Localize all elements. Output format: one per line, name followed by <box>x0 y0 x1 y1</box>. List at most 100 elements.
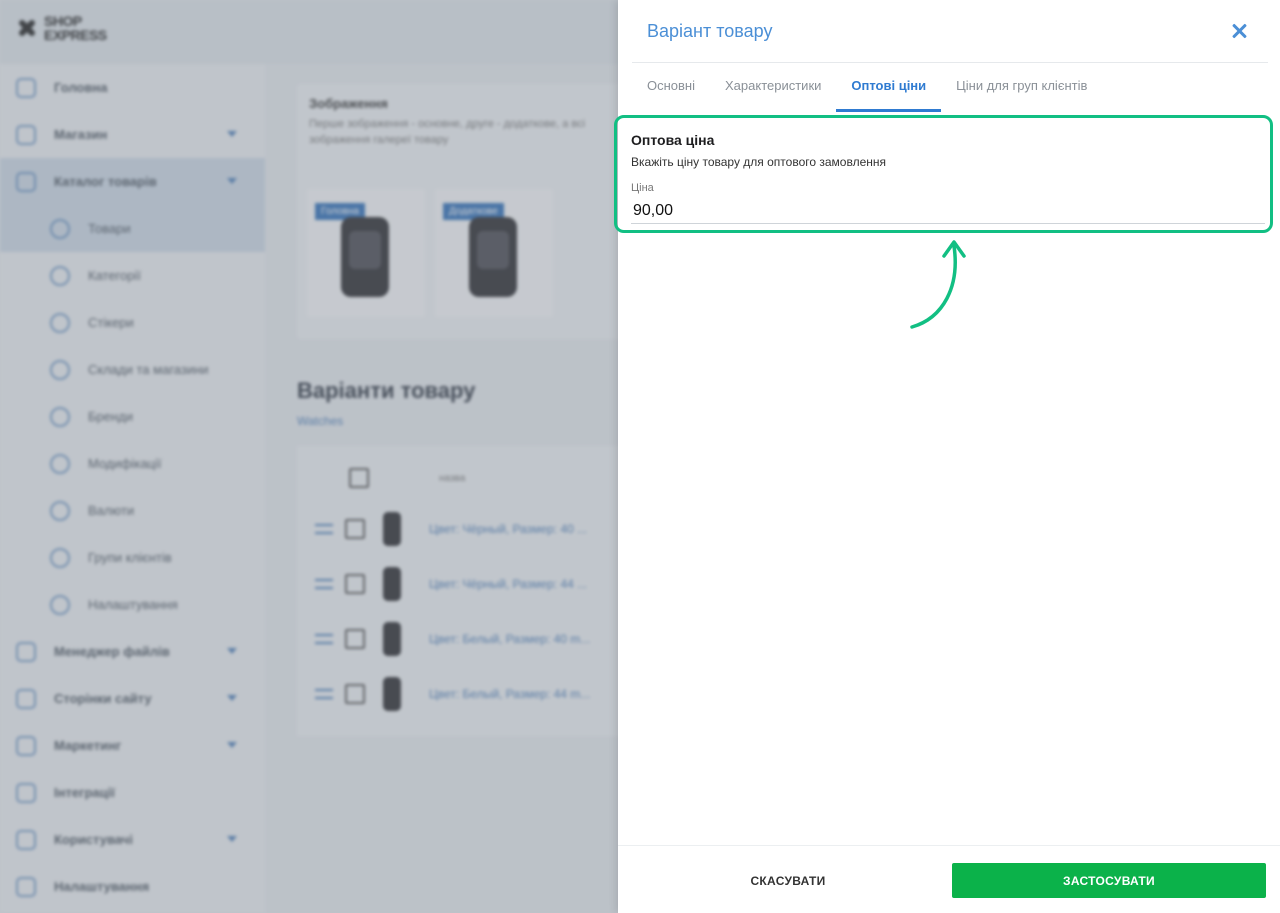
variants-table: назва Цвет: Чёрный, Размер: 40 ... Цвет:… <box>297 446 627 736</box>
cart-icon <box>16 124 36 145</box>
row-checkbox[interactable] <box>345 628 365 649</box>
footer-divider <box>618 845 1280 846</box>
sidebar-item[interactable]: Головна <box>0 64 265 111</box>
chevron-down-icon[interactable] <box>227 131 237 137</box>
chevron-down-icon[interactable] <box>227 742 237 748</box>
marketing-icon <box>16 735 36 756</box>
folder-icon <box>16 641 36 662</box>
sidebar-item-label: Магазин <box>54 127 108 142</box>
chevron-down-icon[interactable] <box>227 178 237 184</box>
variants-table-header: назва <box>349 468 465 488</box>
chevron-down-icon[interactable] <box>227 648 237 654</box>
logo-line1: SHOP <box>44 13 82 29</box>
sidebar-item-label: Інтеграції <box>54 785 115 800</box>
sidebar-item-label: Маркетинг <box>54 738 122 753</box>
tab-characteristics[interactable]: Характеристики <box>710 62 836 110</box>
tab-client-group-prices[interactable]: Ціни для груп клієнтів <box>941 62 1102 110</box>
price-label: Ціна <box>631 182 654 194</box>
select-all-checkbox[interactable] <box>349 468 369 488</box>
row-checkbox[interactable] <box>345 518 365 539</box>
sidebar-item[interactable]: Каталог товарів <box>0 158 265 205</box>
sidebar-item[interactable]: Товари <box>0 205 265 252</box>
images-description: Перше зображення - основне, друге - дода… <box>309 118 586 146</box>
variant-name[interactable]: Цвет: Чёрный, Размер: 44 ... <box>429 577 587 591</box>
sidebar-item-label: Валюти <box>88 503 135 518</box>
images-card: Зображення Перше зображення - основне, д… <box>297 84 627 339</box>
sidebar-item-label: Категорії <box>88 268 141 283</box>
box-icon <box>50 218 70 239</box>
tab-basic[interactable]: Основні <box>632 62 710 110</box>
variant-drawer: Варіант товару Основні Характеристики Оп… <box>614 0 1280 913</box>
megaphone-icon <box>16 782 36 803</box>
drag-handle-icon[interactable] <box>315 578 333 589</box>
sidebar-item-label: Налаштування <box>54 879 150 894</box>
variant-thumb <box>383 621 401 656</box>
logo-line2: EXPRESS <box>44 27 107 43</box>
user-group-icon <box>50 547 70 568</box>
sidebar-item-label: Менеджер файлів <box>54 644 170 659</box>
gear-icon <box>16 876 36 897</box>
drawer-tabs: Основні Характеристики Оптові ціни Ціни … <box>632 62 1102 112</box>
images-title: Зображення <box>309 96 388 111</box>
user-icon <box>16 829 36 850</box>
variant-name[interactable]: Цвет: Белый, Размер: 44 m... <box>429 687 590 701</box>
main-content: Зображення Перше зображення - основне, д… <box>265 64 627 913</box>
table-row[interactable]: Цвет: Белый, Размер: 44 m... <box>297 666 627 721</box>
variant-thumb <box>383 511 401 546</box>
categories-icon <box>50 265 70 286</box>
tab-wholesale-prices[interactable]: Оптові ціни <box>836 62 941 112</box>
home-icon <box>16 77 36 98</box>
sidebar-item[interactable]: Налаштування <box>0 581 265 628</box>
sidebar-nav: Головна Магазин Каталог товарів Товари Катег… <box>0 64 265 910</box>
sidebar-item[interactable]: Групи клієнтів <box>0 534 265 581</box>
apply-button[interactable]: ЗАСТОСУВАТИ <box>952 863 1266 898</box>
sidebar: Головна Магазин Каталог товарів Товари Катег… <box>0 64 265 913</box>
sidebar-item[interactable]: Інтеграції <box>0 769 265 816</box>
chevron-down-icon[interactable] <box>227 836 237 842</box>
table-row[interactable]: Цвет: Чёрный, Размер: 44 ... <box>297 556 627 611</box>
sidebar-item[interactable]: Налаштування <box>0 863 265 910</box>
wholesale-price-panel: Оптова ціна Вкажіть ціну товару для опто… <box>614 115 1273 233</box>
watch-image <box>341 217 389 297</box>
sidebar-item[interactable]: Модифікації <box>0 440 265 487</box>
sidebar-item[interactable]: Категорії <box>0 252 265 299</box>
sidebar-item-label: Сторінки сайту <box>54 691 152 706</box>
price-input[interactable] <box>631 198 1265 224</box>
drag-handle-icon[interactable] <box>315 523 333 534</box>
sidebar-item-label: Каталог товарів <box>54 174 157 189</box>
drag-handle-icon[interactable] <box>315 633 333 644</box>
column-name-header: назва <box>439 472 466 484</box>
currency-icon <box>50 500 70 521</box>
variant-name[interactable]: Цвет: Чёрный, Размер: 40 ... <box>429 522 587 536</box>
table-row[interactable]: Цвет: Чёрный, Размер: 40 ... <box>297 501 627 556</box>
app-root: SHOP EXPRESS Головна Магазин Каталог товар… <box>0 0 1280 913</box>
row-checkbox[interactable] <box>345 683 365 704</box>
sidebar-item-label: Групи клієнтів <box>88 550 172 565</box>
close-icon[interactable] <box>1230 22 1248 40</box>
sticker-icon <box>50 312 70 333</box>
sidebar-item[interactable]: Стікери <box>0 299 265 346</box>
drag-handle-icon[interactable] <box>315 688 333 699</box>
table-row[interactable]: Цвет: Белый, Размер: 40 m... <box>297 611 627 666</box>
variant-thumb <box>383 566 401 601</box>
sidebar-item[interactable]: Бренди <box>0 393 265 440</box>
gear-icon <box>50 594 70 615</box>
sidebar-item[interactable]: Менеджер файлів <box>0 628 265 675</box>
image-thumb[interactable]: Головна <box>307 189 425 317</box>
row-checkbox[interactable] <box>345 573 365 594</box>
sidebar-item[interactable]: Валюти <box>0 487 265 534</box>
watch-image <box>469 217 517 297</box>
chevron-down-icon[interactable] <box>227 695 237 701</box>
sidebar-item[interactable]: Сторінки сайту <box>0 675 265 722</box>
variants-link[interactable]: Watches <box>297 414 343 428</box>
logo[interactable]: SHOP EXPRESS <box>14 14 107 42</box>
sidebar-item[interactable]: Користувачі <box>0 816 265 863</box>
sidebar-item[interactable]: Маркетинг <box>0 722 265 769</box>
sidebar-item-label: Налаштування <box>88 597 178 612</box>
variant-name[interactable]: Цвет: Белый, Размер: 40 m... <box>429 632 590 646</box>
catalog-icon <box>16 171 36 192</box>
cancel-button[interactable]: СКАСУВАТИ <box>708 864 868 898</box>
sidebar-item[interactable]: Склади та магазини <box>0 346 265 393</box>
image-thumb[interactable]: Додаткове <box>435 189 553 317</box>
sidebar-item[interactable]: Магазин <box>0 111 265 158</box>
